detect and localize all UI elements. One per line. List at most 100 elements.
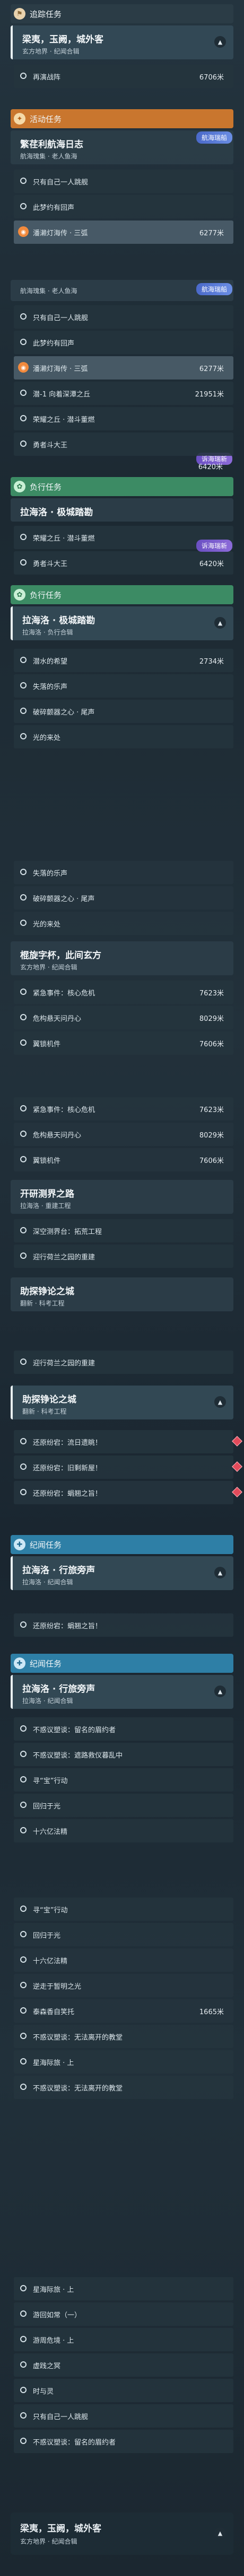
step-label: 危构悬天问丹心	[33, 1015, 82, 1023]
quest-step[interactable]: 不惑议塑谈：遮路救仪暮乱中	[14, 1743, 233, 1766]
quest-card-side-expanded[interactable]: 拉海洛 · 极城踏勘 拉海洛 · 负行合辑 ▲	[11, 606, 233, 640]
quest-step[interactable]: 寻“宝”行动	[14, 1898, 233, 1921]
quest-subtitle: 玄方地界 · 纪闻合辑	[20, 964, 77, 971]
radio-icon	[20, 1438, 27, 1444]
step-label: 十六亿法精	[33, 1957, 68, 1965]
quest-card-story[interactable]: 拉海洛 · 行旅旁声 拉海洛 · 纪闻合辑 ▲	[11, 1556, 233, 1590]
quest-step[interactable]: 还原纷宕：蜎翘之旨！	[14, 1613, 233, 1637]
quest-step[interactable]: 还原纷宕：旧剩新屋！	[14, 1455, 233, 1479]
step-distance: 21951米	[195, 391, 224, 399]
quest-subtitle: 玄方地界 · 纪闻合辑	[20, 2538, 77, 2545]
radio-icon	[20, 1489, 27, 1495]
radio-icon	[20, 2058, 27, 2065]
quest-step[interactable]: 迎行荷兰之园的重建	[14, 1351, 233, 1374]
section-side-header-2: ✿ 负行任务	[11, 585, 233, 604]
step-label: 回归于光	[33, 1803, 61, 1811]
story-icon: ✚	[14, 1657, 25, 1669]
quest-step[interactable]: 十六亿法精	[14, 1819, 233, 1842]
quest-step[interactable]: 迎行荷兰之园的重建	[14, 1245, 233, 1268]
quest-step-selected[interactable]: ◉ 潘濑灯海传 · 三弧 6277米	[14, 220, 233, 244]
quest-step[interactable]: 破碎颤器之心 · 尾声	[14, 886, 233, 910]
quest-step[interactable]: 潜-1 向着深潭之丘 21951米	[14, 382, 233, 405]
quest-step[interactable]: 不惑议塑谈：无法离开的教堂	[14, 2076, 233, 2099]
quest-step[interactable]: 翼锁机件 7606米	[14, 1031, 233, 1055]
quest-step[interactable]: 还原纷宕：流日遗眺！	[14, 1430, 233, 1453]
step-label: 荣耀之丘 · 潜斗董燃	[33, 416, 95, 424]
chevron-up-icon[interactable]: ▲	[214, 617, 226, 629]
quest-step[interactable]: 紧急事件：核心危机 7623米	[14, 1097, 233, 1121]
quest-step[interactable]: 不惑议塑谈：留名的眉约者	[14, 2430, 233, 2453]
chevron-up-icon[interactable]: ▲	[214, 1396, 226, 1408]
step-label: 虚践之冥	[33, 2362, 61, 2370]
step-label: 潘濑灯海传 · 三弧	[33, 230, 88, 237]
radio-icon	[20, 1982, 27, 1988]
map-pin-icon: ◉	[18, 226, 29, 237]
quest-step[interactable]: 时与灵	[14, 2379, 233, 2402]
chevron-up-icon[interactable]: ▲	[214, 1686, 226, 1697]
quest-card-kaiyan[interactable]: 开研测界之路 拉海洛 · 重建工程	[11, 1180, 233, 1214]
quest-card-zhuyu-expanded[interactable]: 助探铮论之城 翻新 · 科考工程 ▲	[11, 1386, 233, 1419]
quest-step[interactable]: 星海际旅 · 上	[14, 2050, 233, 2074]
radio-icon	[20, 2084, 27, 2090]
quest-step[interactable]: 泰森香自笑托 1665米	[14, 1999, 233, 2023]
quest-step[interactable]: 危构悬天问丹心 8029米	[14, 1006, 233, 1029]
bottom-quest-card[interactable]: 梁夷，玉阙，城外客 玄方地界 · 纪闻合辑 ▲	[11, 2512, 233, 2555]
quest-step[interactable]: 此梦约有回声	[14, 331, 233, 354]
quest-step[interactable]: 寻“宝”行动	[14, 1768, 233, 1792]
quest-step[interactable]: 只有自己一人跳舰	[14, 305, 233, 329]
side-quest-icon: ✿	[14, 589, 25, 601]
quest-card-side[interactable]: 拉海洛 · 极城踏勘	[11, 498, 233, 522]
quest-step[interactable]: 此梦约有回声	[14, 195, 233, 218]
quest-step[interactable]: 危构悬天问丹心 8029米	[14, 1123, 233, 1146]
step-label: 光的来处	[33, 921, 61, 929]
quest-step[interactable]: 回归于光	[14, 1923, 233, 1946]
quest-step[interactable]: 游回如常（一）	[14, 2302, 233, 2326]
step-distance: 7623米	[199, 990, 224, 998]
quest-step[interactable]: 不惑议塑谈：无法离开的教堂	[14, 2025, 233, 2048]
quest-step[interactable]: 深空测界台：拓荒工程	[14, 1219, 233, 1242]
quest-step[interactable]: 翼锁机件 7606米	[14, 1148, 233, 1171]
quest-step[interactable]: 还原纷宕：蜎翘之旨！	[14, 1481, 233, 1504]
step-label: 潘濑灯海传 · 三弧	[33, 365, 88, 373]
quest-step[interactable]: 潜水的希望 2734米	[14, 649, 233, 672]
quest-step[interactable]: 虚践之冥	[14, 2353, 233, 2377]
quest-card-xuanfang[interactable]: 棍旋字杯，此间玄方 玄方地界 · 纪闻合辑	[11, 941, 233, 975]
quest-subtitle: 拉海洛 · 纪闻合辑	[22, 1697, 73, 1705]
quest-card-tracked[interactable]: 梁夷，玉阙，城外客 玄方地界 · 纪闻合辑 ▲	[11, 25, 233, 59]
quest-step[interactable]: 光的来处	[14, 912, 233, 935]
quest-step[interactable]: 逆走于暂明之光	[14, 1974, 233, 1997]
radio-icon	[20, 682, 27, 689]
quest-step[interactable]: 紧急事件：核心危机 7623米	[14, 981, 233, 1004]
quest-card-story-2[interactable]: 拉海洛 · 行旅旁声 拉海洛 · 纪闻合辑 ▲	[11, 1675, 233, 1709]
quest-card-zhuyu[interactable]: 助探铮论之城 翻新 · 科考工程	[11, 1277, 233, 1311]
quest-step-selected[interactable]: ◉ 潘濑灯海传 · 三弧 6277米	[14, 356, 233, 380]
chevron-up-icon[interactable]: ▲	[214, 1567, 226, 1578]
step-distance: 8029米	[199, 1015, 224, 1023]
step-label: 只有自己一人跳舰	[33, 314, 89, 322]
chevron-up-icon[interactable]: ▲	[214, 2527, 226, 2539]
quest-step[interactable]: 只有自己一人跳舰	[14, 2404, 233, 2428]
quest-log: ⚑ 追踪任务 梁夷，玉阙，城外客 玄方地界 · 纪闻合辑 ▲ 再演战阵 6706…	[0, 0, 244, 2576]
chevron-up-icon[interactable]: ▲	[214, 36, 226, 48]
quest-step[interactable]: 破碎颤器之心 · 尾声	[14, 700, 233, 723]
quest-step[interactable]: 光的来处	[14, 725, 233, 748]
quest-step[interactable]: 不惑议塑谈：留名的眉约者	[14, 1717, 233, 1741]
quest-step[interactable]: 勇者斗大王 6420米	[14, 551, 233, 575]
gem-icon	[232, 1461, 242, 1472]
quest-step[interactable]: 回归于光	[14, 1794, 233, 1817]
quest-step[interactable]: 只有自己一人跳舰	[14, 170, 233, 193]
quest-title: 拉海洛 · 极城踏勘	[22, 615, 95, 626]
quest-step[interactable]: 再演战阵 6706米	[14, 65, 233, 88]
quest-step[interactable]: 十六亿法精	[14, 1948, 233, 1972]
quest-step[interactable]: 星海际旅 · 上	[14, 2277, 233, 2300]
quest-step[interactable]: 勇者斗大王	[14, 433, 233, 456]
quest-step[interactable]: 失落的乐声	[14, 861, 233, 884]
quest-title: 助探铮论之城	[20, 1286, 74, 1297]
radio-icon	[20, 1131, 27, 1137]
quest-step[interactable]: 游周危境 · 上	[14, 2328, 233, 2351]
quest-subtitle: 航海瑰集 · 老人鱼海	[20, 153, 77, 160]
step-label: 还原纷宕：蜎翘之旨！	[33, 1622, 102, 1630]
quest-step[interactable]: 荣耀之丘 · 潜斗董燃	[14, 407, 233, 430]
radio-icon	[20, 1956, 27, 1963]
quest-step[interactable]: 失落的乐声	[14, 674, 233, 698]
